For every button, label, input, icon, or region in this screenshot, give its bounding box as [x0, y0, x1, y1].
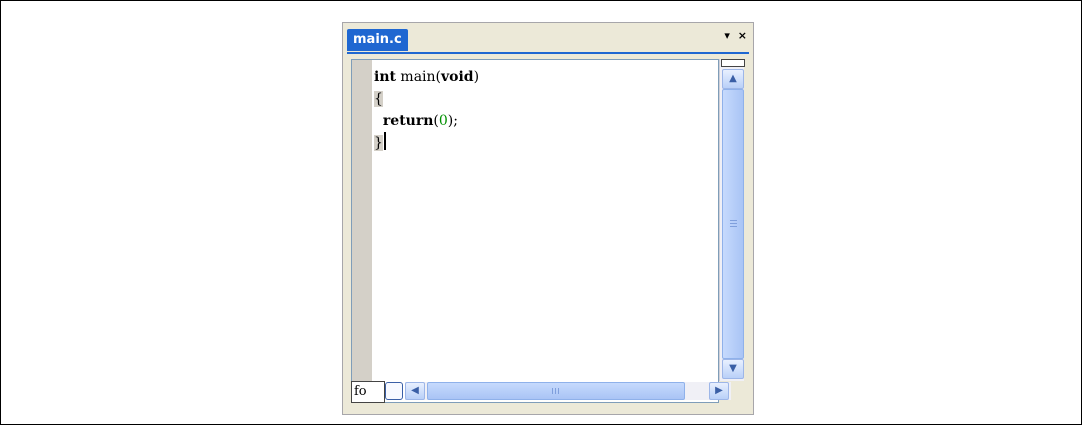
grip-line: [730, 223, 737, 224]
tab-underline: [347, 52, 749, 54]
bottom-bar: fo ◀ ▶: [351, 379, 743, 405]
scroll-right-button[interactable]: ▶: [709, 382, 729, 400]
grip-line: [730, 220, 737, 221]
scroll-left-button[interactable]: ◀: [405, 382, 425, 400]
code-token: ): [473, 69, 480, 85]
code-line[interactable]: int main(void): [374, 66, 479, 88]
code-token: {: [374, 91, 383, 107]
scroll-up-button[interactable]: ▲: [722, 69, 744, 89]
code-token: main(: [395, 69, 441, 85]
function-box[interactable]: fo: [351, 381, 385, 403]
grip-line: [730, 226, 737, 227]
window-controls: ▾ ×: [720, 29, 747, 42]
code-token: }: [374, 135, 383, 151]
dropdown-icon[interactable]: ▾: [724, 29, 730, 42]
editor-gutter: [352, 60, 372, 402]
code-line[interactable]: }: [374, 132, 479, 154]
scroll-down-button[interactable]: ▼: [722, 359, 744, 379]
code-line[interactable]: {: [374, 88, 479, 110]
text-caret: [383, 132, 386, 150]
code-text[interactable]: int main(void) { return(0);}: [374, 66, 479, 154]
square-button[interactable]: [385, 382, 403, 400]
code-line[interactable]: return(0);: [374, 110, 479, 132]
close-icon[interactable]: ×: [738, 29, 747, 42]
horizontal-scroll-thumb[interactable]: [427, 382, 685, 400]
code-token: );: [447, 113, 458, 129]
editor-window: main.c ▾ × int main(void) { return(0);} ▲…: [342, 22, 754, 415]
vertical-scroll-thumb[interactable]: [722, 89, 744, 359]
code-token: 0: [438, 113, 448, 129]
code-token: int: [374, 69, 396, 85]
split-handle[interactable]: [721, 59, 745, 67]
code-token: void: [441, 69, 474, 85]
code-token: return: [382, 113, 434, 129]
vertical-scrollbar[interactable]: ▲ ▼: [719, 59, 745, 381]
tab-main-c[interactable]: main.c: [347, 29, 408, 51]
screenshot-frame: main.c ▾ × int main(void) { return(0);} ▲…: [0, 0, 1082, 425]
grip-icon: [552, 388, 560, 394]
horizontal-scrollbar[interactable]: ◀ ▶: [405, 382, 731, 400]
code-editor[interactable]: int main(void) { return(0);}: [351, 59, 719, 403]
